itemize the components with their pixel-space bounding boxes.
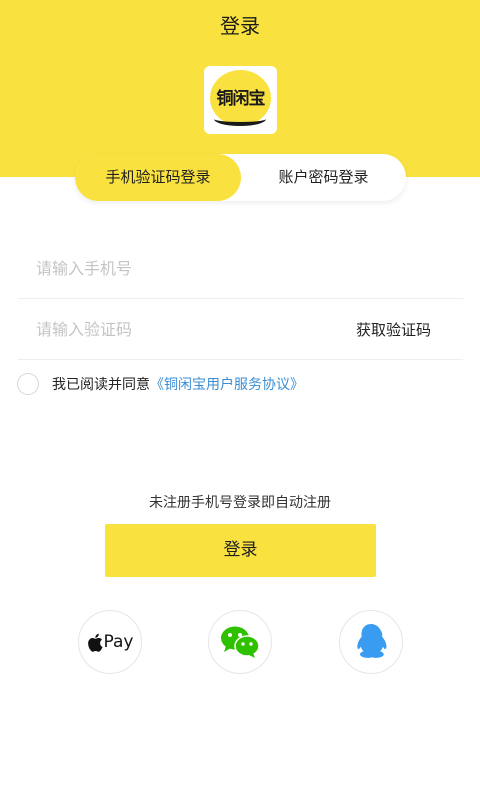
tab-phone-code-login[interactable]: 手机验证码登录 xyxy=(75,154,241,201)
apple-logo-icon xyxy=(87,633,103,652)
apple-pay-login-button[interactable]: Pay xyxy=(78,610,142,674)
page-title: 登录 xyxy=(220,14,260,38)
agreement-link[interactable]: 《铜闲宝用户服务协议》 xyxy=(150,374,304,394)
wechat-icon xyxy=(221,626,260,658)
phone-input[interactable] xyxy=(36,238,336,298)
get-code-button[interactable]: 获取验证码 xyxy=(356,299,431,359)
qq-icon xyxy=(357,624,387,658)
auto-register-hint: 未注册手机号登录即自动注册 xyxy=(149,495,331,511)
login-button[interactable]: 登录 xyxy=(105,524,376,577)
qq-login-button[interactable] xyxy=(339,610,403,674)
agreement-text: 我已阅读并同意 xyxy=(52,377,150,393)
tab-password-login[interactable]: 账户密码登录 xyxy=(241,154,406,201)
app-logo: 铜闲宝 xyxy=(204,66,277,134)
login-mode-tabs: 手机验证码登录 账户密码登录 xyxy=(75,154,406,201)
phone-field-row xyxy=(18,238,463,299)
verification-code-input[interactable] xyxy=(36,299,336,359)
agreement-row: 我已阅读并同意 《铜闲宝用户服务协议》 xyxy=(17,372,304,396)
apple-pay-label: Pay xyxy=(103,632,134,652)
apple-pay-icon: Pay xyxy=(87,632,134,652)
wechat-login-button[interactable] xyxy=(208,610,272,674)
logo-swoosh xyxy=(214,112,266,126)
agreement-checkbox[interactable] xyxy=(17,373,39,395)
logo-text: 铜闲宝 xyxy=(216,89,266,109)
code-field-row: 获取验证码 xyxy=(18,299,463,360)
